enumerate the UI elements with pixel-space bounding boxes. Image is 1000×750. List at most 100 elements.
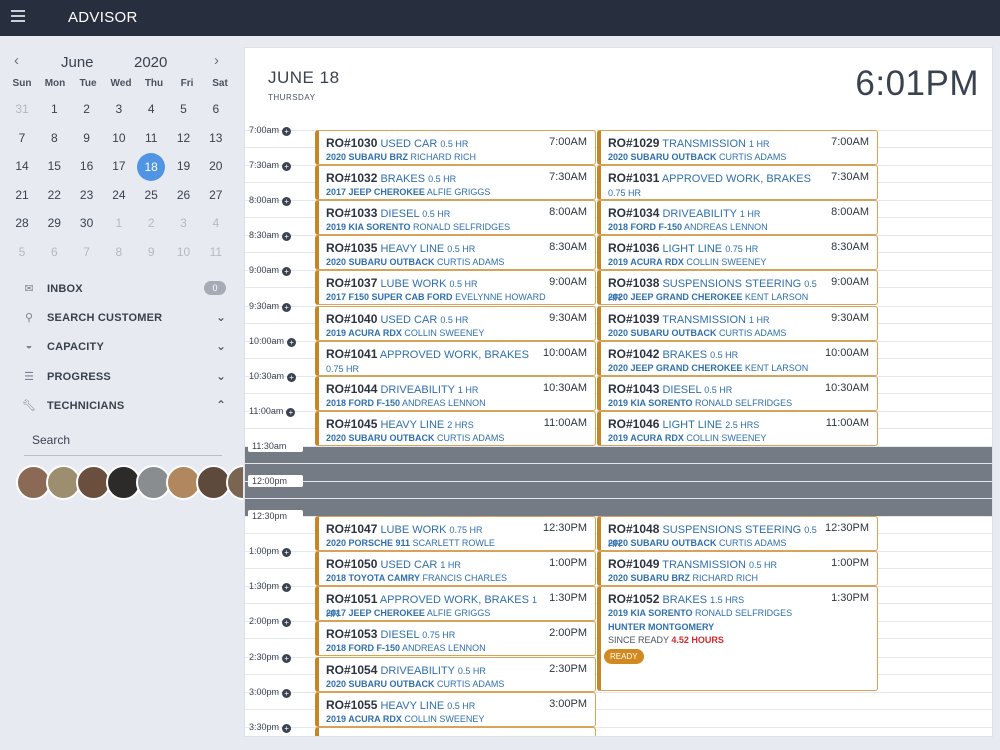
calendar-day[interactable]: 2 [71,102,103,122]
add-icon[interactable]: + [282,653,292,663]
add-icon[interactable]: + [282,267,292,277]
appointment-card[interactable]: RO#1055 HEAVY LINE 0.5 HR 3:00PM 2019 ACUR… [315,691,596,727]
calendar-day[interactable]: 8 [38,131,70,151]
calendar-day[interactable]: 11 [135,131,167,151]
calendar-day[interactable]: 1 [38,102,70,122]
add-icon[interactable]: + [282,302,292,312]
vehicle-customer: 2019 ACURA RDX COLLIN SWEENEY [608,257,766,267]
add-icon[interactable]: + [282,127,292,136]
calendar-day[interactable]: 1 [103,216,135,236]
appointment-card[interactable]: RO#1034 DRIVEABILITY 1 HR 8:00AM 2018 FORD… [597,200,878,236]
calendar-day[interactable]: 10 [103,131,135,151]
calendar-day[interactable]: 27 [200,188,232,208]
add-icon[interactable]: + [286,407,296,417]
add-icon[interactable]: + [282,688,292,698]
add-icon[interactable]: + [282,618,292,628]
calendar-day[interactable]: 4 [200,216,232,236]
appointment-card[interactable]: RO#1049 TRANSMISSION 0.5 HR 1:00PM 2020 SU… [597,551,878,587]
calendar-day[interactable]: 30 [71,216,103,236]
add-icon[interactable]: + [282,197,292,207]
calendar-day[interactable]: 31 [6,102,38,122]
appointment-card[interactable]: RO#1046 LIGHT LINE 2.5 HRS 11:00AM 2019 AC… [597,410,878,446]
calendar-day[interactable]: 7 [71,245,103,265]
appointment-card[interactable]: RO#1053 DIESEL 0.75 HR 2:00PM 2018 FORD F-… [315,621,596,657]
appointment-card[interactable]: RO#1040 USED CAR 0.5 HR 9:30AM 2019 ACURA … [315,305,596,341]
calendar-day[interactable]: 6 [200,102,232,122]
appointment-card[interactable]: RO#1048 SUSPENSIONS STEERING 0.5 HR 12:30… [597,516,878,552]
calendar-day[interactable]: 21 [6,188,38,208]
appointment-card[interactable]: RO#1043 DIESEL 0.5 HR 10:30AM 2019 KIA SOR… [597,375,878,411]
calendar-day[interactable]: 22 [38,188,70,208]
calendar-day[interactable]: 28 [6,216,38,236]
job-type: DRIVEABILITY [380,383,455,396]
calendar-day[interactable]: 3 [168,216,200,236]
calendar-day[interactable]: 23 [71,188,103,208]
avatar[interactable] [226,465,243,500]
menu-capacity[interactable]: ◒ CAPACITY ⌄ [22,338,230,358]
menu-inbox[interactable]: ✉ INBOX 0 [22,280,230,300]
add-icon[interactable]: + [287,337,297,347]
calendar-day[interactable]: 9 [135,245,167,265]
appointment-card[interactable]: RO#1029 TRANSMISSION 1 HR 7:00AM 2020 SUBA… [597,130,878,165]
calendar-day[interactable]: 8 [103,245,135,265]
calendar-day[interactable]: 5 [168,102,200,122]
appointment-card[interactable]: RO#1047 LUBE WORK 0.75 HR 12:30PM 2020 POR… [315,516,596,552]
appointment-card[interactable]: RO#1052 BRAKES 1.5 HRS 1:30PM 2019 KIA SOR… [597,586,878,692]
ro-number: RO#1047 [326,522,378,537]
calendar-day[interactable]: 7 [6,131,38,151]
calendar-day[interactable]: 16 [71,159,103,179]
calendar-day[interactable]: 5 [6,245,38,265]
appointment-card[interactable]: RO#1035 HEAVY LINE 0.5 HR 8:30AM 2020 SUBA… [315,235,596,271]
add-icon[interactable]: + [282,232,292,242]
appointment-card[interactable]: RO#1045 HEAVY LINE 2 HRS 11:00AM 2020 SUBA… [315,410,596,446]
calendar-day[interactable]: 14 [6,159,38,179]
calendar-day[interactable]: 29 [38,216,70,236]
calendar-day[interactable]: 26 [168,188,200,208]
appointment-card[interactable]: RO#1030 USED CAR 0.5 HR 7:00AM 2020 SUBARU… [315,130,596,165]
appointment-card[interactable]: RO#1044 DRIVEABILITY 1 HR 10:30AM 2018 FOR… [315,375,596,411]
add-icon[interactable]: + [282,583,292,593]
appointment-card-partial[interactable] [315,726,596,736]
calendar-day[interactable]: 12 [168,131,200,151]
appointment-card[interactable]: RO#1032 BRAKES 0.5 HR 7:30AM 2017 JEEP CHE… [315,165,596,201]
appointment-card[interactable]: RO#1037 LUBE WORK 0.5 HR 9:00AM 2017 F150 … [315,270,596,306]
menu-icon[interactable] [11,10,25,24]
calendar-day[interactable]: 9 [71,131,103,151]
calendar-day[interactable]: 17 [103,159,135,179]
calendar-day[interactable]: 15 [38,159,70,179]
appointment-card[interactable]: RO#1031 APPROVED WORK, BRAKES 0.75 HR 7:3… [597,165,878,201]
calendar-day[interactable]: 3 [103,102,135,122]
calendar-day[interactable]: 10 [168,245,200,265]
appointment-card[interactable]: RO#1033 DIESEL 0.5 HR 8:00AM 2019 KIA SORE… [315,200,596,236]
menu-technicians[interactable]: 🔧︎ TECHNICIANS ⌃ [22,397,230,417]
appointment-card[interactable]: RO#1051 APPROVED WORK, BRAKES 1 HR 1:30PM… [315,586,596,622]
calendar-day[interactable]: 20 [200,159,232,179]
calendar-day[interactable]: 19 [168,159,200,179]
appointment-card[interactable]: RO#1038 SUSPENSIONS STEERING 0.5 HR 9:00A… [597,270,878,306]
chevron-right-icon[interactable]: › [214,52,219,69]
calendar-day[interactable]: 24 [103,188,135,208]
appointment-card[interactable]: RO#1039 TRANSMISSION 1 HR 9:30AM 2020 SUBA… [597,305,878,341]
menu-progress[interactable]: ☰ PROGRESS ⌄ [22,368,230,388]
appointment-card[interactable]: RO#1041 APPROVED WORK, BRAKES 0.75 HR 10:… [315,340,596,376]
add-icon[interactable]: + [282,548,292,558]
calendar-day[interactable]: 4 [135,102,167,122]
chevron-left-icon[interactable]: ‹ [14,52,19,69]
customer: ALFIE GRIGGS [426,608,491,619]
calendar-day[interactable]: 6 [38,245,70,265]
technician-search-input[interactable]: Search [24,430,222,456]
add-icon[interactable]: + [287,372,297,382]
appointment-card[interactable]: RO#1036 LIGHT LINE 0.75 HR 8:30AM 2019 ACU… [597,235,878,271]
calendar-day[interactable]: 25 [135,188,167,208]
menu-search-customer[interactable]: ⚲ SEARCH CUSTOMER ⌄ [22,309,230,329]
calendar-day[interactable]: 2 [135,216,167,236]
appointment-card[interactable]: RO#1050 USED CAR 1 HR 1:00PM 2018 TOYOTA C… [315,551,596,587]
appointment-card[interactable]: RO#1042 BRAKES 0.5 HR 10:00AM 2020 JEEP GR… [597,340,878,376]
appointment-card[interactable]: RO#1054 DRIVEABILITY 0.5 HR 2:30PM 2020 SU… [315,656,596,692]
add-icon[interactable]: + [282,723,292,733]
calendar-day[interactable]: 13 [200,131,232,151]
calendar-day[interactable]: 18 [137,153,166,181]
calendar-day[interactable]: 11 [200,245,232,265]
add-icon[interactable]: + [282,162,292,172]
calendar-week: 28 29 30 1 2 3 4 [6,210,238,239]
